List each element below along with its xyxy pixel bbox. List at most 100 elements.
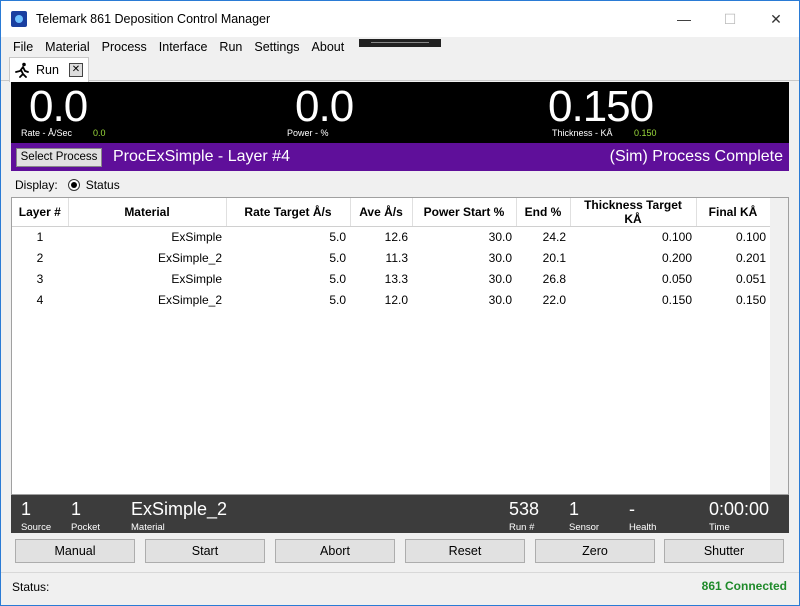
cell: 5.0: [329, 251, 346, 265]
rate-power-thickness-readout: 0.0 Rate - Å/Sec 0.0 0.0 Power - % 0.150…: [11, 82, 789, 143]
health-label: Health: [629, 522, 657, 533]
source-value: 1: [21, 499, 32, 519]
pocket-value: 1: [71, 499, 82, 519]
sensor-value: 1: [569, 499, 580, 519]
cell: 26.8: [542, 272, 566, 286]
col-thickness-target[interactable]: Thickness Target KÅ: [570, 198, 697, 227]
status-radio[interactable]: [67, 179, 80, 191]
vertical-scrollbar[interactable]: [770, 198, 788, 494]
maximize-icon[interactable]: ☐: [707, 1, 753, 37]
cell: ExSimple_2: [157, 251, 222, 265]
zero-button[interactable]: Zero: [535, 539, 655, 563]
cell: ExSimple: [171, 272, 222, 286]
cell: 12.0: [384, 293, 408, 307]
shutter-button[interactable]: Shutter: [664, 539, 784, 563]
cell: 0.150: [735, 293, 766, 307]
table-row[interactable]: 1 ExSimple 5.0 12.6 30.0 24.2 0.100 0.10…: [12, 227, 770, 248]
cell: 0.150: [661, 293, 692, 307]
menu-material[interactable]: Material: [39, 37, 95, 57]
col-layer[interactable]: Layer #: [12, 198, 69, 227]
rate-label: Rate - Å/Sec: [21, 128, 73, 138]
control-buttons: Manual Start Abort Reset Zero Shutter: [15, 539, 785, 563]
tab-strip: Run ✕: [1, 57, 799, 82]
time-value: 0:00:00: [709, 499, 770, 519]
material-label: Material: [131, 522, 165, 533]
col-end[interactable]: End %: [516, 198, 571, 227]
cell: 0.100: [661, 230, 692, 245]
menu-about[interactable]: About: [306, 37, 351, 57]
menu-interface[interactable]: Interface: [153, 37, 214, 57]
thickness-label: Thickness - KÅ: [552, 128, 613, 138]
activity-indicator: [359, 39, 441, 47]
cell: 13.3: [384, 272, 408, 286]
rate-value: 0.0: [29, 82, 88, 131]
cell: 11.3: [385, 251, 408, 265]
col-final[interactable]: Final KÅ: [696, 198, 771, 227]
col-rate-target[interactable]: Rate Target Å/s: [226, 198, 351, 227]
menu-settings[interactable]: Settings: [248, 37, 305, 57]
display-selector: Display: Status: [15, 177, 120, 193]
cell: 30.0: [488, 251, 512, 265]
tab-run-label: Run: [36, 63, 59, 77]
sensor-label: Sensor: [569, 522, 600, 533]
menu-process[interactable]: Process: [96, 37, 153, 57]
close-icon[interactable]: ✕: [753, 1, 799, 37]
tab-close-icon[interactable]: ✕: [68, 63, 83, 77]
cell: 0.200: [661, 251, 692, 265]
minimize-icon[interactable]: —: [661, 1, 707, 37]
cell: 12.6: [384, 230, 408, 245]
reset-button[interactable]: Reset: [405, 539, 525, 563]
col-power-start[interactable]: Power Start %: [412, 198, 517, 227]
table-row[interactable]: 2 ExSimple_2 5.0 11.3 30.0 20.1 0.200 0.…: [12, 248, 770, 269]
manual-button[interactable]: Manual: [15, 539, 135, 563]
cell: 5.0: [329, 230, 346, 245]
table-row[interactable]: 3 ExSimple 5.0 13.3 30.0 26.8 0.050 0.05…: [12, 269, 770, 290]
connection-status: 861 Connected: [701, 579, 787, 593]
cell: 5.0: [329, 293, 346, 307]
status-bar: Status: 861 Connected: [1, 572, 799, 599]
table-row[interactable]: 4 ExSimple_2 5.0 12.0 30.0 22.0 0.150 0.…: [12, 290, 770, 311]
cell: 0.100: [735, 230, 766, 245]
cell: 30.0: [488, 293, 512, 307]
title-bar: Telemark 861 Deposition Control Manager …: [1, 1, 799, 37]
app-window: Telemark 861 Deposition Control Manager …: [0, 0, 800, 606]
power-value: 0.0: [295, 82, 354, 131]
app-icon: [11, 11, 27, 27]
cell: 1: [36, 230, 44, 245]
tab-run[interactable]: Run ✕: [9, 57, 89, 82]
menu-file[interactable]: File: [7, 37, 39, 57]
start-button[interactable]: Start: [145, 539, 265, 563]
status-radio-label[interactable]: Status: [86, 178, 120, 192]
cell: 3: [36, 272, 44, 286]
abort-button[interactable]: Abort: [275, 539, 395, 563]
health-value: -: [629, 499, 635, 519]
cell: 22.0: [542, 293, 566, 307]
select-process-button[interactable]: Select Process: [16, 148, 102, 167]
power-label: Power - %: [287, 128, 329, 138]
cell: 0.050: [661, 272, 692, 286]
time-label: Time: [709, 522, 730, 533]
status-label: Status:: [12, 580, 50, 594]
cell: 4: [36, 293, 44, 307]
cell: 0.051: [735, 272, 766, 286]
process-status: (Sim) Process Complete: [609, 148, 783, 165]
cell: 20.1: [542, 251, 566, 265]
cell: 24.2: [542, 230, 566, 245]
cell: 0.201: [735, 251, 766, 265]
table-header-row: Layer # Material Rate Target Å/s Ave Å/s…: [12, 198, 771, 227]
cell: 30.0: [488, 272, 512, 286]
window-controls: — ☐ ✕: [661, 1, 799, 37]
col-ave[interactable]: Ave Å/s: [350, 198, 413, 227]
cell: ExSimple: [171, 230, 222, 245]
display-label: Display:: [15, 178, 58, 192]
menu-run[interactable]: Run: [213, 37, 248, 57]
cell: ExSimple_2: [157, 293, 222, 307]
cell: 30.0: [488, 230, 512, 245]
run-label: Run #: [509, 522, 535, 533]
layer-table: Layer # Material Rate Target Å/s Ave Å/s…: [11, 197, 789, 495]
material-value: ExSimple_2: [131, 499, 228, 519]
process-name: ProcExSimple - Layer #4: [113, 148, 290, 165]
process-bar: Select Process ProcExSimple - Layer #4 (…: [11, 143, 789, 171]
col-material[interactable]: Material: [68, 198, 227, 227]
run-value: 538: [509, 499, 540, 519]
